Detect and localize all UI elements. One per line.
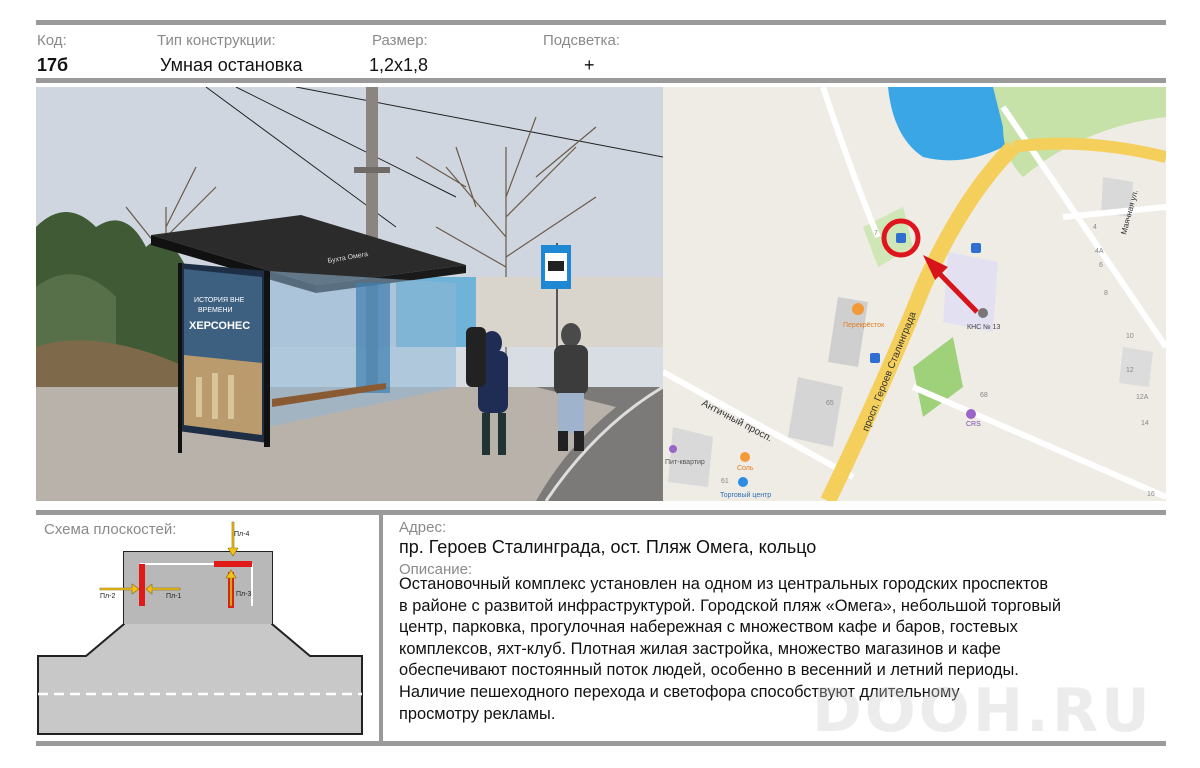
svg-text:12: 12 [1126,367,1134,374]
svg-text:61: 61 [721,478,729,485]
light-value: + [584,55,595,75]
label-pl1: Пл-1 [166,593,181,600]
type-label: Тип конструкции: [157,32,276,49]
svg-text:4А: 4А [1095,248,1104,255]
svg-text:4: 4 [1093,224,1097,231]
bus-stop-icon [896,233,906,243]
poi-crs: CRS [966,421,981,428]
poster-back [356,283,390,393]
svg-text:68: 68 [980,392,988,399]
poi-kvartira: Пит-квартир [665,459,705,466]
poi-kns: КНС № 13 [967,324,1000,331]
size-value: 1,2x1,8 [369,55,429,75]
plane-1-2 [139,564,145,606]
poi-sol-icon [740,452,750,462]
svg-text:16: 16 [1147,491,1155,498]
bus-icon [548,261,564,271]
address-value: пр. Героев Сталинграда, ост. Пляж Омега,… [399,537,817,557]
building-kns [943,252,998,332]
map-canvas: просп. Героев Сталинграда Античный просп… [663,87,1166,501]
arrow-pl4 [227,521,239,557]
poi-tc-icon [738,477,748,487]
description-line: центр, парковка, прогулочная набережная … [399,618,1018,637]
description-line: комплексов, яхт-клуб. Плотная жилая заст… [399,639,1001,658]
site-photo: Бухта Омега ИСТОРИЯ ВНЕ ВРЕМЕНИ ХЕРСОНЕС [36,87,663,501]
schema-drawing: Пл-4 Пл-2 Пл-1 Пл-3 [37,521,363,735]
bottom-rule [36,741,1166,746]
label-pl2: Пл-2 [100,593,115,600]
poi-kns-icon [978,308,988,318]
label-pl4: Пл-4 [234,531,249,538]
address-label: Адрес: [399,519,447,536]
svg-text:7: 7 [874,230,878,237]
poster-title: ХЕРСОНЕС [189,320,250,332]
poi-tc: Торговый центр [720,491,771,499]
poi-crs-icon [966,409,976,419]
plane-4 [214,561,252,567]
top-rule [36,20,1166,25]
svg-text:65: 65 [826,400,834,407]
svg-text:14: 14 [1141,420,1149,427]
poi-perekrestok: Перекрёсток [843,322,885,329]
poster-line-1: ИСТОРИЯ ВНЕ [194,297,245,304]
code-value: 17б [37,55,69,75]
svg-text:12А: 12А [1136,394,1149,401]
mid-rule [36,510,1166,515]
header-rule [36,78,1166,83]
description-line: Остановочный комплекс установлен на одно… [399,575,1049,593]
poster-line-2: ВРЕМЕНИ [198,307,233,314]
light-label: Подсветка: [543,32,620,49]
svg-text:10: 10 [1126,333,1134,340]
label-pl3: Пл-3 [236,591,251,598]
code-label: Код: [37,32,67,49]
bus-stop-icon [971,243,981,253]
size-label: Размер: [372,32,428,49]
poi-perekrestok-icon [852,303,864,315]
type-value: Умная остановка [160,55,303,75]
bus-stop-icon [870,353,880,363]
svg-text:8: 8 [1104,290,1108,297]
location-map: просп. Героев Сталинграда Античный просп… [663,87,1166,501]
svg-text:6: 6 [1099,262,1103,269]
plane-schema: Схема плоскостей: Пл-4 Пл-2 Пл-1 Пл-3 [36,516,376,742]
description-line: в районе с развитой инфраструктурой. Гор… [399,596,1061,615]
photo-illustration: Бухта Омега ИСТОРИЯ ВНЕ ВРЕМЕНИ ХЕРСОНЕС [36,87,663,501]
column-divider [379,513,383,742]
poi-sol: Соль [737,465,754,472]
watermark: DOOH.RU [812,676,1153,746]
